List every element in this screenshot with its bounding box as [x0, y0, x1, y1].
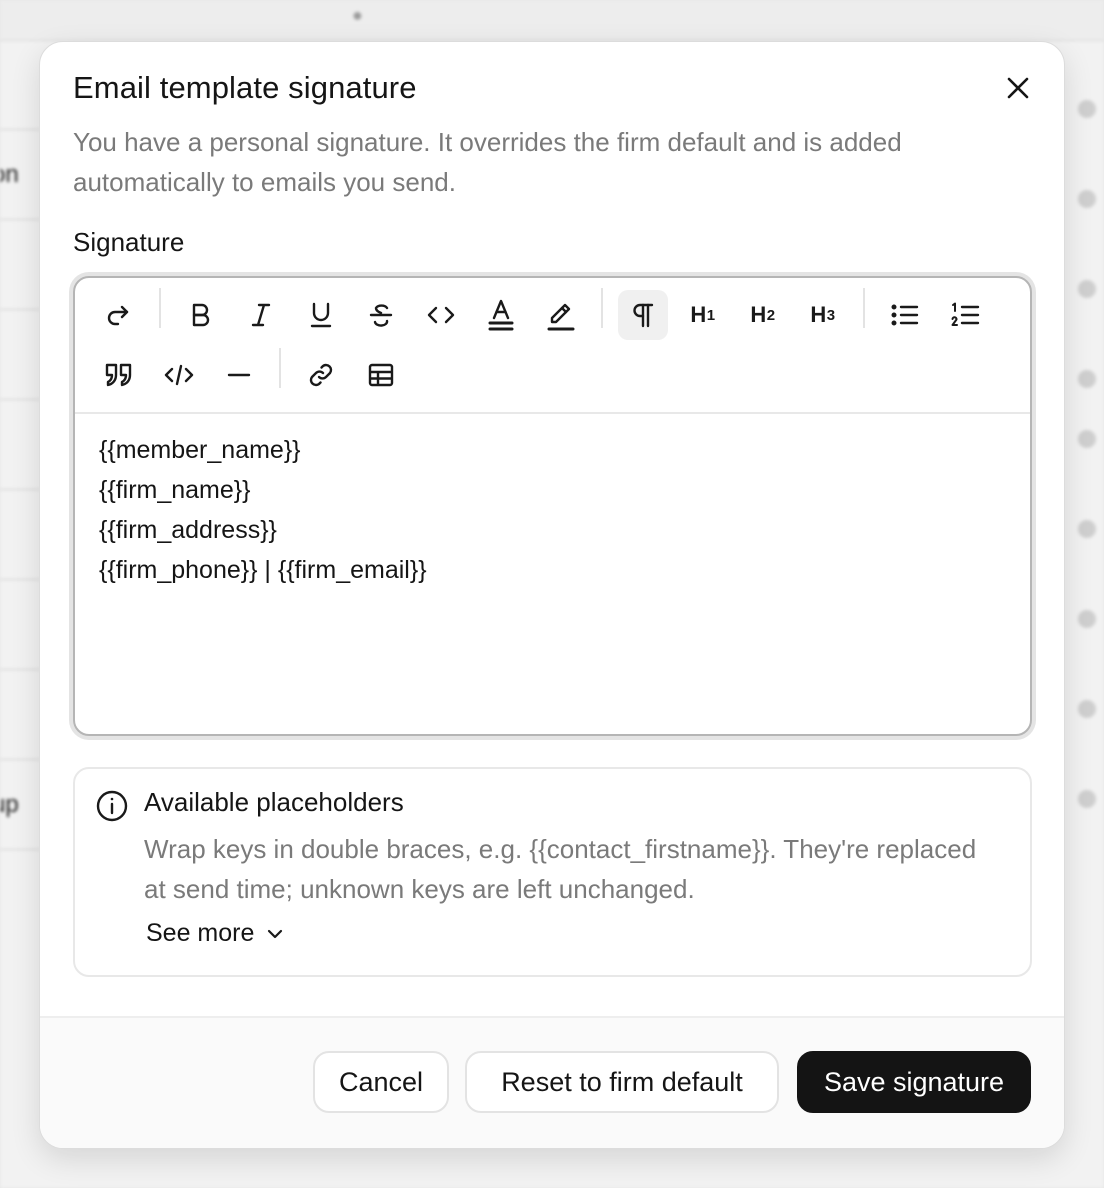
horizontal-rule-button[interactable]: [214, 350, 264, 400]
modal-title: Email template signature: [73, 70, 417, 105]
link-icon: [309, 363, 333, 387]
heading-1-number: 1: [706, 306, 716, 324]
highlight-button[interactable]: [536, 290, 586, 340]
background-dot: [1078, 100, 1096, 118]
background-row: r: [0, 490, 40, 580]
info-title: Available placeholders: [144, 787, 404, 817]
background-dot: [1078, 610, 1096, 628]
background-top-icon: ●: [352, 5, 364, 25]
link-button[interactable]: [296, 350, 346, 400]
background-row: up: [0, 760, 40, 850]
ordered-list-button[interactable]: [940, 290, 990, 340]
editor-toolbar: H1 H2 H3: [75, 278, 1030, 414]
save-signature-button[interactable]: Save signature: [797, 1051, 1031, 1113]
editor-line: {{member_name}}: [99, 436, 301, 464]
code-icon: [427, 306, 455, 324]
background-topbar: ●: [0, 0, 1104, 41]
background-row: [0, 580, 40, 670]
bullet-list-icon: [891, 304, 919, 326]
see-more-label: See more: [146, 919, 255, 947]
placeholders-info: Available placeholders Wrap keys in doub…: [73, 767, 1032, 977]
background-row: [0, 40, 40, 130]
see-more-button[interactable]: See more: [146, 919, 284, 948]
background-row: [0, 220, 40, 310]
underline-button[interactable]: [296, 290, 346, 340]
signature-editor: H1 H2 H3 {{member_name}} {{firm_name}} {…: [73, 276, 1032, 736]
modal-footer: Cancel Reset to firm default Save signat…: [40, 1016, 1064, 1148]
redo-button[interactable]: [94, 290, 144, 340]
background-dot: [1078, 790, 1096, 808]
bold-icon: [192, 303, 210, 327]
italic-icon: [251, 303, 271, 327]
strikethrough-button[interactable]: [356, 290, 406, 340]
paragraph-button[interactable]: [618, 290, 668, 340]
text-color-icon: [488, 299, 514, 331]
table-button[interactable]: [356, 350, 406, 400]
redo-icon: [107, 305, 129, 326]
background-dot: [1078, 190, 1096, 208]
background-row: [0, 400, 40, 490]
toolbar-separator: [863, 288, 865, 328]
bold-button[interactable]: [176, 290, 226, 340]
editor-line: {{firm_name}}: [99, 476, 251, 504]
background-dot: [1078, 430, 1096, 448]
background-row: [0, 310, 40, 400]
info-text: Wrap keys in double braces, e.g. {{conta…: [144, 834, 977, 904]
chevron-down-icon: [268, 929, 283, 938]
heading-2-button[interactable]: H2: [738, 290, 788, 340]
toolbar-separator: [159, 288, 161, 328]
code-block-icon: [164, 364, 194, 386]
editor-line: {{firm_phone}} | {{firm_email}}: [99, 556, 427, 584]
highlighter-icon: [547, 303, 575, 331]
editor-content[interactable]: {{member_name}} {{firm_name}} {{firm_add…: [99, 430, 1006, 590]
background-dot: [1078, 370, 1096, 388]
toolbar-separator: [279, 348, 281, 388]
heading-1-button[interactable]: H1: [678, 290, 728, 340]
background-row: [0, 670, 40, 760]
quote-icon: [105, 363, 132, 387]
signature-modal: Email template signature You have a pers…: [39, 41, 1065, 1149]
inline-code-button[interactable]: [416, 290, 466, 340]
background-dot: [1078, 520, 1096, 538]
ordered-list-icon: [951, 302, 980, 326]
background-dot: [1078, 280, 1096, 298]
editor-line: {{firm_address}}: [99, 516, 277, 544]
table-icon: [368, 363, 394, 387]
bullet-list-button[interactable]: [880, 290, 930, 340]
blockquote-button[interactable]: [94, 350, 144, 400]
background-right-column: [1064, 40, 1104, 1188]
heading-3-number: 3: [826, 306, 836, 324]
strikethrough-icon: [369, 304, 393, 327]
underline-icon: [310, 302, 332, 328]
close-icon: [1007, 77, 1029, 99]
modal-description: You have a personal signature. It overri…: [73, 127, 902, 197]
toolbar-separator: [601, 288, 603, 328]
code-block-button[interactable]: [154, 350, 204, 400]
info-icon: [96, 790, 128, 822]
background-row-label: on: [0, 160, 19, 188]
background-left-column: on r up: [0, 40, 40, 1188]
italic-button[interactable]: [236, 290, 286, 340]
cancel-button[interactable]: Cancel: [313, 1051, 449, 1113]
heading-3-letter: H: [810, 302, 827, 327]
heading-2-number: 2: [766, 306, 776, 324]
background-dot: [1078, 700, 1096, 718]
close-button[interactable]: [1000, 70, 1036, 106]
heading-1-letter: H: [690, 302, 707, 327]
heading-3-button[interactable]: H3: [798, 290, 848, 340]
background-row: on: [0, 130, 40, 220]
heading-2-letter: H: [750, 302, 767, 327]
background-row-label: up: [0, 790, 19, 818]
signature-label: Signature: [73, 227, 185, 257]
pilcrow-icon: [633, 303, 654, 328]
reset-to-default-button[interactable]: Reset to firm default: [465, 1051, 779, 1113]
horizontal-rule-icon: [227, 373, 251, 377]
text-color-button[interactable]: [476, 290, 526, 340]
